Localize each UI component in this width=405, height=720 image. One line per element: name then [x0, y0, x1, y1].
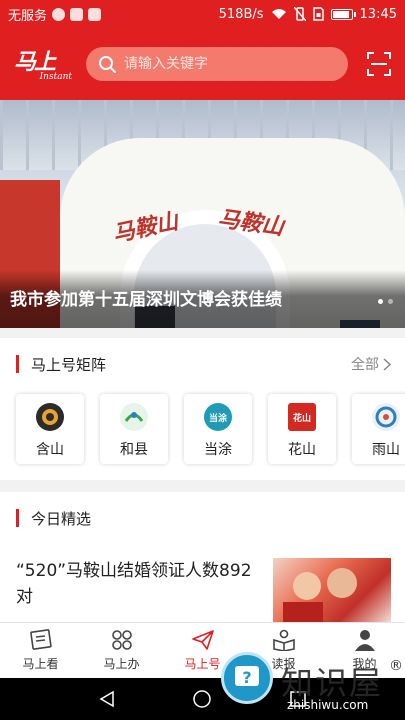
moon-icon — [52, 7, 66, 21]
apps-grid-icon — [111, 630, 132, 650]
yushan-logo-icon — [372, 403, 400, 431]
article-title: “520”马鞍山结婚领证人数892对 — [16, 561, 252, 607]
reader-icon — [272, 629, 295, 651]
matrix-item-yushan[interactable]: 雨山 — [352, 394, 405, 464]
app-header: 马上 Instant — [0, 28, 405, 100]
carousel-dot — [388, 299, 393, 304]
section-header: 马上号矩阵 全部 — [0, 338, 405, 390]
matrix-list: 含山 和县 当涂 当涂 花山 花山 雨山 — [0, 390, 405, 464]
system-nav-bar — [0, 678, 405, 720]
nav-label: 马上号 — [184, 657, 221, 671]
nav-item-accounts[interactable]: 马上号 — [162, 623, 243, 678]
wifi-icon — [271, 9, 286, 19]
clock: 13:45 — [359, 6, 397, 22]
hexian-logo-icon — [120, 403, 148, 431]
carousel-dot — [378, 299, 383, 304]
matrix-item-hexian[interactable]: 和县 — [100, 394, 168, 464]
nav-item-watch[interactable]: 马上看 — [0, 623, 81, 678]
home-icon[interactable] — [192, 689, 212, 709]
section-marker — [16, 509, 19, 527]
carrier-label: 无服务 — [8, 8, 48, 24]
logo-subtext: Instant — [39, 72, 72, 82]
matrix-item-name: 当涂 — [204, 442, 232, 458]
nav-item-reader[interactable]: 读报 — [243, 623, 324, 678]
carousel-indicator — [378, 299, 393, 304]
dangtu-logo-icon: 当涂 — [204, 403, 232, 431]
matrix-section: 马上号矩阵 全部 含山 和县 当涂 当涂 花山 花山 雨山 — [0, 338, 405, 480]
vibrate-off-icon — [293, 7, 306, 21]
nav-label: 马上看 — [22, 657, 59, 671]
view-all-link[interactable]: 全部 — [351, 354, 391, 374]
matrix-item-dangtu[interactable]: 当涂 当涂 — [184, 394, 252, 464]
section-title: 今日精选 — [31, 509, 92, 528]
nav-label: 马上办 — [103, 657, 140, 671]
nav-item-me[interactable]: 我的 — [324, 623, 405, 678]
chevron-right-icon — [383, 357, 391, 371]
bottom-nav: 马上看 马上办 马上号 读报 我的 — [0, 622, 405, 678]
newspaper-icon — [29, 629, 52, 650]
nav-label: 我的 — [352, 657, 377, 671]
recents-icon[interactable] — [289, 690, 307, 708]
search-bar[interactable] — [86, 47, 348, 81]
scan-icon — [367, 52, 391, 76]
today-picks-section: 今日精选 “520”马鞍山结婚领证人数892对 — [0, 492, 405, 624]
scan-button[interactable] — [365, 50, 393, 78]
net-speed: 518B/s — [218, 6, 264, 22]
paper-plane-icon — [191, 630, 214, 650]
gallery-icon — [88, 7, 102, 21]
matrix-item-huashan[interactable]: 花山 花山 — [268, 394, 336, 464]
article-item[interactable]: “520”马鞍山结婚领证人数892对 — [0, 544, 405, 624]
banner-title[interactable]: 我市参加第十五届深圳文博会获佳绩 — [10, 285, 282, 310]
section-marker — [16, 355, 19, 373]
matrix-item-hanshan[interactable]: 含山 — [16, 394, 84, 464]
banner-carousel[interactable]: 马鞍山 马鞍山 我市参加第十五届深圳文博会获佳绩 — [0, 100, 405, 328]
nav-item-services[interactable]: 马上办 — [81, 623, 162, 678]
matrix-item-name: 花山 — [288, 442, 316, 458]
matrix-item-name: 含山 — [36, 442, 64, 458]
section-header: 今日精选 — [0, 492, 405, 544]
status-bar: 无服务 518B/s 13:45 — [0, 0, 405, 28]
article-thumbnail — [273, 558, 391, 624]
app-logo[interactable]: 马上 Instant — [12, 42, 72, 86]
back-icon[interactable] — [98, 690, 116, 708]
app-icon — [70, 7, 84, 21]
section-title: 马上号矩阵 — [31, 355, 107, 374]
user-icon — [354, 630, 375, 651]
matrix-item-name: 和县 — [120, 442, 148, 458]
view-all-label: 全部 — [351, 357, 379, 373]
huashan-logo-icon: 花山 — [288, 403, 316, 431]
hanshan-logo-icon — [36, 403, 64, 431]
nav-label: 读报 — [271, 657, 296, 671]
search-icon — [99, 56, 116, 73]
search-input[interactable] — [124, 56, 324, 72]
sim-icon — [312, 7, 324, 21]
battery-icon — [330, 8, 356, 20]
matrix-item-name: 雨山 — [372, 442, 400, 458]
